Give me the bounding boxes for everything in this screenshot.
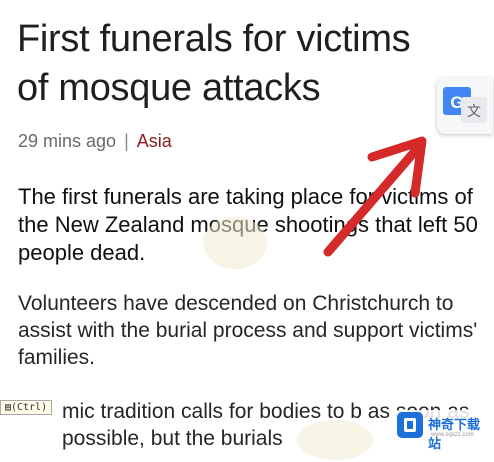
headline-line-2: of mosque attacks — [17, 67, 321, 109]
ctrl-label: (Ctrl) — [11, 402, 48, 413]
watermark-subtext: www.sqxzz.com — [431, 432, 474, 438]
meta-separator: | — [124, 131, 129, 151]
headline-line-1: First funerals for victims — [17, 18, 411, 60]
site-watermark: 神奇下载站 www.sqxzz.com — [395, 410, 491, 452]
article-lead: The first funerals are taking place for … — [18, 184, 478, 265]
svg-text:文: 文 — [467, 104, 481, 120]
category-link[interactable]: Asia — [137, 131, 172, 151]
translate-button[interactable]: G 文 — [437, 78, 493, 134]
watermark-logo-icon — [397, 412, 423, 438]
article-paragraph: Volunteers have descended on Christchurc… — [18, 292, 478, 369]
timestamp: 29 mins ago — [18, 131, 117, 151]
google-translate-icon: G 文 — [443, 87, 487, 123]
article-headline: First funerals for victims of mosque att… — [17, 15, 411, 113]
article-meta: 29 mins ago | Asia — [18, 131, 172, 152]
paste-ctrl-badge[interactable]: ▤(Ctrl) — [0, 400, 53, 415]
